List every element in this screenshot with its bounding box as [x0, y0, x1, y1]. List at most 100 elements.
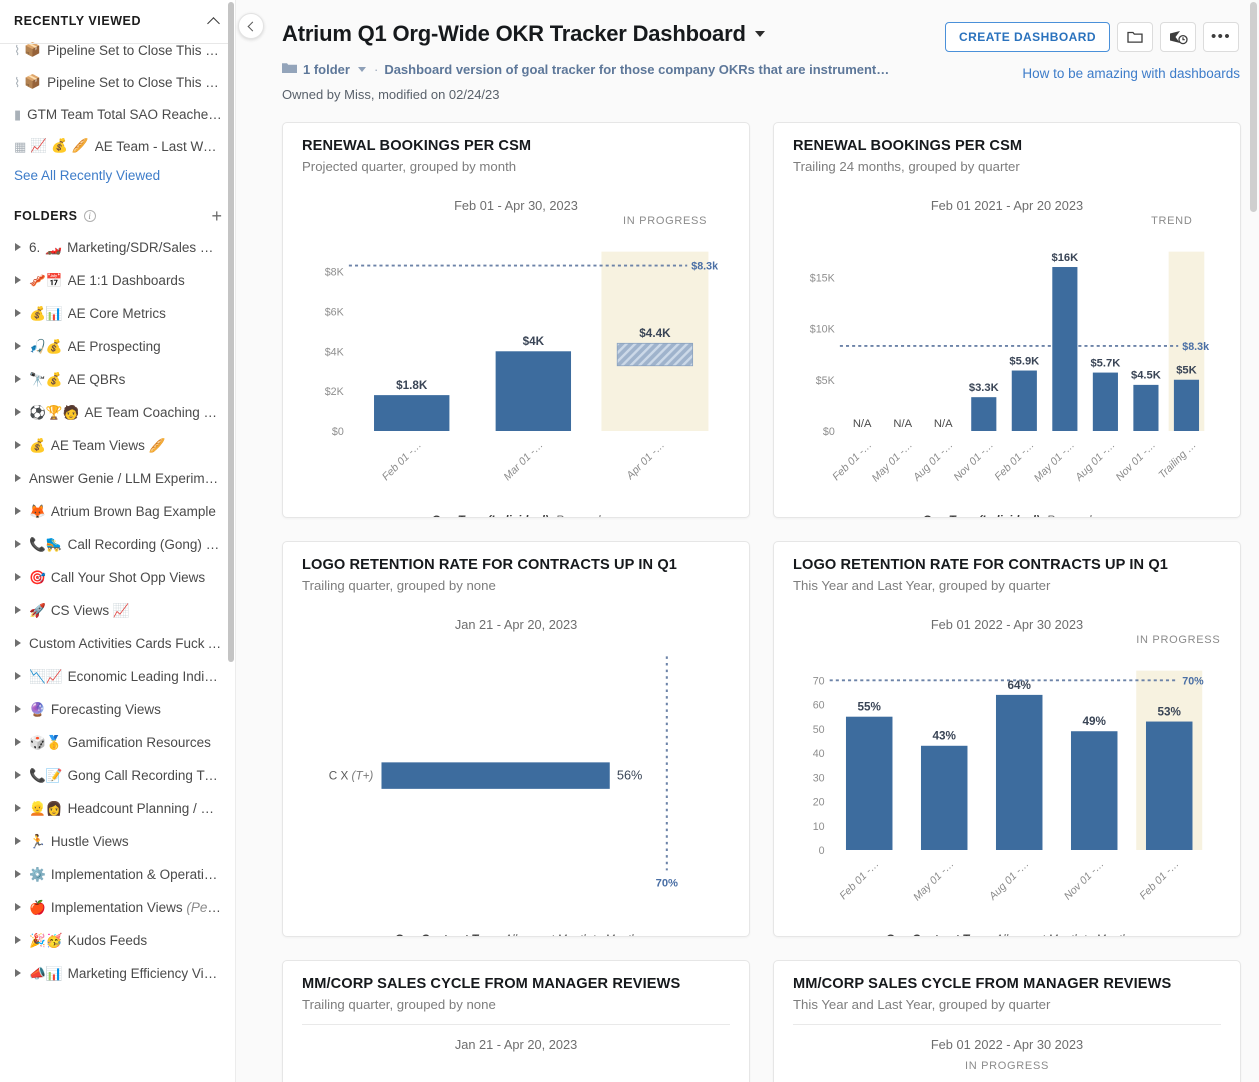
collapse-sidebar-button[interactable]	[238, 13, 264, 39]
emoji-icon: 🥓📅	[29, 272, 63, 288]
sidebar-folder-label: Gamification Resources	[67, 735, 211, 750]
svg-text:May 01 -…: May 01 -…	[911, 858, 956, 903]
sidebar-folder-item[interactable]: 🎲🥇 Gamification Resources	[14, 726, 222, 759]
item-icons: ▦ 📈 💰 🥖	[14, 139, 89, 153]
emoji-icon: 👱👩	[29, 800, 63, 816]
card-renewal-bookings-trailing[interactable]: RENEWAL BOOKINGS PER CSM Trailing 24 mon…	[773, 122, 1241, 518]
chevron-right-icon[interactable]	[14, 738, 23, 747]
sidebar-folder-label: Atrium Brown Bag Example	[50, 504, 216, 519]
recently-viewed-item[interactable]: ▦ 📈 💰 🥖 AE Team - Last We…	[14, 130, 222, 162]
recently-viewed-item[interactable]: ⌇ 📦 Pipeline Set to Close This …	[14, 34, 222, 66]
sidebar-folder-item[interactable]: 📉📈 Economic Leading Indica…	[14, 660, 222, 693]
plus-icon[interactable]: +	[211, 207, 222, 225]
sidebar-folder-item[interactable]: 🎯 Call Your Shot Opp Views	[14, 561, 222, 594]
sidebar-folder-item[interactable]: 🔮 Forecasting Views	[14, 693, 222, 726]
chevron-down-icon[interactable]	[357, 67, 366, 72]
emoji-icon: ⚙️	[29, 866, 46, 882]
chevron-right-icon[interactable]	[14, 870, 23, 879]
svg-text:Feb 01 -…: Feb 01 -…	[1137, 858, 1181, 902]
emoji-icon: 📦	[24, 74, 42, 90]
sidebar-folder-item[interactable]: 💰📊 AE Core Metrics	[14, 297, 222, 330]
chevron-right-icon[interactable]	[14, 672, 23, 681]
sidebar-folder-item[interactable]: 👱👩 Headcount Planning / Re…	[14, 792, 222, 825]
info-icon[interactable]: i	[83, 210, 96, 222]
chevron-right-icon[interactable]	[14, 903, 23, 912]
chevron-right-icon[interactable]	[14, 441, 23, 450]
chevron-right-icon[interactable]	[14, 408, 23, 417]
sidebar-folder-item[interactable]: 🦊 Atrium Brown Bag Example	[14, 495, 222, 528]
svg-text:N/A: N/A	[853, 418, 872, 430]
sidebar-folder-item[interactable]: Answer Genie / LLM Experiment…	[14, 462, 222, 495]
chevron-right-icon[interactable]	[14, 507, 23, 516]
chevron-right-icon[interactable]	[14, 837, 23, 846]
sidebar-folder-item[interactable]: 🎣💰 AE Prospecting	[14, 330, 222, 363]
create-dashboard-button[interactable]: CREATE DASHBOARD	[945, 22, 1110, 52]
card-renewal-bookings-projected[interactable]: RENEWAL BOOKINGS PER CSM Projected quart…	[282, 122, 750, 518]
more-options-button[interactable]: •••	[1203, 22, 1239, 52]
page-scrollbar[interactable]	[1250, 2, 1257, 212]
card-sales-cycle-trailing[interactable]: MM/CORP SALES CYCLE FROM MANAGER REVIEWS…	[282, 960, 750, 1082]
card-sales-cycle-yoy[interactable]: MM/CORP SALES CYCLE FROM MANAGER REVIEWS…	[773, 960, 1241, 1082]
recently-viewed-item[interactable]: ⌇ 📦 Pipeline Set to Close This …	[14, 66, 222, 98]
folders-title: FOLDERS	[14, 209, 78, 223]
sidebar-scrollbar[interactable]	[228, 2, 234, 662]
chevron-right-icon[interactable]	[14, 771, 23, 780]
item-icons: ⌇ 📦	[14, 43, 41, 57]
dashboard-description[interactable]: Dashboard version of goal tracker for th…	[384, 62, 889, 77]
svg-text:$16K: $16K	[1051, 252, 1078, 264]
svg-text:Feb 01 -…: Feb 01 -…	[830, 439, 874, 483]
chevron-up-icon[interactable]	[208, 14, 222, 28]
chevron-right-icon[interactable]	[14, 804, 23, 813]
sidebar-folder-item[interactable]: 🍎 Implementation Views (Peng…	[14, 891, 222, 924]
chevron-right-icon[interactable]	[14, 474, 23, 483]
card-logo-retention-yoy[interactable]: LOGO RETENTION RATE FOR CONTRACTS UP IN …	[773, 541, 1241, 937]
recently-viewed-item[interactable]: ▮ GTM Team Total SAO Reache…	[14, 98, 222, 130]
see-all-recently-viewed-link[interactable]: See All Recently Viewed	[14, 162, 222, 193]
chevron-right-icon[interactable]	[14, 969, 23, 978]
sidebar-folder-item[interactable]: Custom Activities Cards Fuck Ar…	[14, 627, 222, 660]
chevron-right-icon[interactable]	[14, 243, 23, 252]
sidebar-folder-item[interactable]: 🔭💰 AE QBRs	[14, 363, 222, 396]
recently-viewed-header[interactable]: RECENTLY VIEWED	[14, 0, 222, 34]
recently-viewed-section: RECENTLY VIEWED ⌇ 📦 Pipeline Set to Close …	[0, 0, 236, 193]
sidebar-folder-item[interactable]: 📞🛼 Call Recording (Gong) Vi…	[14, 528, 222, 561]
sidebar-folder-label: Answer Genie / LLM Experiment…	[29, 471, 222, 486]
chevron-right-icon[interactable]	[14, 936, 23, 945]
help-link[interactable]: How to be amazing with dashboards	[1022, 66, 1240, 81]
sidebar-folder-item[interactable]: ⚽🏆🧑 AE Team Coaching V…	[14, 396, 222, 429]
chevron-right-icon[interactable]	[14, 540, 23, 549]
sidebar-folder-item[interactable]: 💰 AE Team Views 🥖	[14, 429, 222, 462]
svg-text:53%: 53%	[1158, 706, 1182, 719]
chevron-right-icon[interactable]	[14, 276, 23, 285]
chevron-down-icon[interactable]	[754, 31, 765, 37]
sidebar-folder-item[interactable]: 6. 🏎️ Marketing/SDR/Sales Rep…	[14, 231, 222, 264]
sidebar-folder-item[interactable]: 🚀 CS Views 📈	[14, 594, 222, 627]
chevron-right-icon[interactable]	[14, 705, 23, 714]
chevron-right-icon[interactable]	[14, 309, 23, 318]
chevron-right-icon[interactable]	[14, 573, 23, 582]
card-logo-retention-trailing[interactable]: LOGO RETENTION RATE FOR CONTRACTS UP IN …	[282, 541, 750, 937]
footnote-value: Renewal	[1044, 515, 1092, 517]
footnote-value: All except Month to Month	[993, 934, 1128, 936]
move-to-folder-button[interactable]	[1117, 22, 1153, 52]
date-range-label: Feb 01 2022 - Apr 30 2023	[930, 1037, 1084, 1053]
sidebar-folder-label: AE 1:1 Dashboards	[67, 273, 185, 288]
chevron-right-icon[interactable]	[14, 342, 23, 351]
sidebar-folder-item[interactable]: 🏃 Hustle Views	[14, 825, 222, 858]
schedule-share-button[interactable]	[1160, 22, 1196, 52]
chevron-right-icon[interactable]	[14, 639, 23, 648]
sidebar-folder-item[interactable]: 🎉🥳 Kudos Feeds	[14, 924, 222, 957]
chevron-right-icon[interactable]	[14, 606, 23, 615]
svg-text:$0: $0	[332, 426, 344, 438]
sidebar-folder-item[interactable]: 📣📊 Marketing Efficiency Vie…	[14, 957, 222, 990]
folder-count-label[interactable]: 1 folder	[303, 62, 350, 77]
sidebar-folder-item[interactable]: 📞📝 Gong Call Recording Trac…	[14, 759, 222, 792]
emoji-icon: 💰📊	[29, 305, 63, 321]
sidebar-folder-item[interactable]: ⚙️ Implementation & Operation…	[14, 858, 222, 891]
card-title: MM/CORP SALES CYCLE FROM MANAGER REVIEWS	[793, 976, 1172, 992]
emoji-icon: 🎯	[29, 569, 46, 585]
chart-plot-area: $0 $5K $10K $15K $8.3k N/A N/A N/A $3.3K $5.9K $16…	[793, 215, 1221, 513]
chevron-right-icon[interactable]	[14, 375, 23, 384]
date-range-label: Feb 01 - Apr 30, 2023	[454, 198, 578, 214]
sidebar-folder-item[interactable]: 🥓📅 AE 1:1 Dashboards	[14, 264, 222, 297]
